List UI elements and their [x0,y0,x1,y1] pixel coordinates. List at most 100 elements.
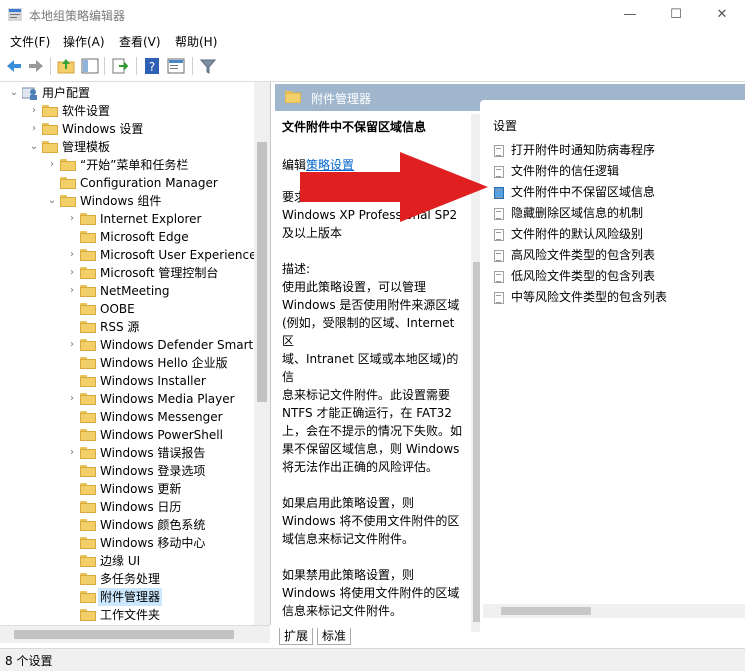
expand-arrow-icon[interactable]: ⌄ [8,84,20,102]
description-line: 如果禁用此策略设置，则 [282,568,415,582]
folder-icon [42,141,58,153]
folder-icon [80,591,96,603]
settings-column-header[interactable]: 设置 [493,117,517,134]
description-body: 要求: Windows XP Professional SP2 及以上版本 描述: 使用… [282,188,470,632]
folder-icon [80,375,96,387]
menu-help[interactable]: 帮助(H) [175,33,217,50]
setting-label: 中等风险文件类型的包含列表 [511,290,668,304]
collapse-arrow-icon[interactable]: › [46,156,58,174]
settings-horizontal-scrollbar[interactable] [483,604,745,618]
collapse-arrow-icon[interactable]: › [66,282,78,300]
collapse-arrow-icon[interactable]: › [66,390,78,408]
folder-icon [80,501,96,513]
description-line: Windows 是否使用附件来源区域 [282,298,460,312]
collapse-arrow-icon[interactable]: › [66,444,78,462]
tree-item-label: 工作文件夹 [100,608,161,622]
folder-icon [80,231,96,243]
description-line: 将无法作出正确的风险评估。 [282,460,439,474]
tree-item-label: “开始”菜单和任务栏 [80,158,189,172]
folder-icon [80,213,96,225]
tree-item-label: Internet Explorer [100,212,202,226]
menu-file[interactable]: 文件(F) [10,33,50,50]
collapse-arrow-icon[interactable]: › [28,102,40,120]
folder-icon [80,483,96,495]
gpedit-app-icon [8,8,22,21]
tree-vscroll-thumb[interactable] [257,142,267,402]
collapse-arrow-icon[interactable]: › [66,336,78,354]
tree-item-label: 多任务处理 [100,572,161,586]
collapse-arrow-icon[interactable]: › [28,120,40,138]
description-line: 使用此策略设置，可以管理 [282,280,427,294]
menu-view[interactable]: 查看(V) [119,33,161,50]
svg-text:?: ? [149,60,155,74]
tab-extended[interactable]: 扩展 [279,628,314,645]
filter-icon[interactable] [198,56,218,76]
folder-icon [60,177,76,189]
folder-icon [80,267,96,279]
description-line: 域、Intranet 区域或本地区域)的信 [282,352,459,384]
description-line: Windows 将不使用文件附件的区 [282,514,460,528]
export-list-icon[interactable] [110,56,130,76]
show-hide-tree-icon[interactable] [80,56,100,76]
expand-arrow-icon[interactable]: ⌄ [28,138,40,156]
tree-item-label: RSS 源 [100,320,140,334]
minimize-button[interactable]: — [607,0,653,30]
description-line: Windows 将使用文件附件的区域 [282,586,460,600]
tree-hscroll-thumb[interactable] [14,630,234,639]
policy-setting-icon [494,187,504,199]
collapse-arrow-icon[interactable]: › [66,210,78,228]
collapse-arrow-icon[interactable]: › [66,246,78,264]
tree-vertical-scrollbar[interactable] [254,82,270,625]
folder-icon [80,573,96,585]
description-line: (例如，受限制的区域、Internet 区 [282,316,455,348]
tree-item-label: OOBE [100,302,135,316]
tree-item-label: Windows PowerShell [100,428,223,442]
status-text: 8 个设置 [5,654,53,668]
view-tabs: 扩展 标准 [275,626,745,646]
setting-label: 文件附件中不保留区域信息 [511,185,656,199]
description-line: 息来标记文件附件。此设置需要 [282,388,451,402]
forward-icon[interactable] [26,56,46,76]
folder-icon [60,159,76,171]
settings-list: 设置 打开附件时通知防病毒程序 文件附件的信任逻辑 文件附件中不保留区域信息 隐藏删除… [480,100,745,632]
menu-action[interactable]: 操作(A) [63,33,105,50]
folder-icon [80,339,96,351]
toolbar: ? [0,52,745,82]
back-icon[interactable] [4,56,24,76]
policy-setting-icon [494,292,504,304]
folder-icon [42,105,58,117]
policy-setting-icon [494,208,504,220]
folder-icon [80,519,96,531]
folder-icon [80,555,96,567]
policy-setting-icon [494,271,504,283]
tree-item-label: Windows Media Player [100,392,235,406]
folder-icon [80,411,96,423]
tree-horizontal-scrollbar[interactable] [0,625,270,643]
description-line: 及以上版本 [282,226,343,240]
setting-label: 文件附件的默认风险级别 [511,227,644,241]
policy-tree: ⌄ 用户配置 › 软件设置 › Windows 设置 ⌄ 管理模板 › “开始”菜单和任务栏 Con… [0,82,271,625]
description-line: 域信息来标记文件附件。 [282,532,415,546]
up-folder-icon[interactable] [56,56,76,76]
tree-item-label: Microsoft 管理控制台 [100,266,219,280]
description-line [282,548,470,566]
tab-standard[interactable]: 标准 [317,628,352,645]
expand-arrow-icon[interactable]: ⌄ [46,192,58,210]
setting-label: 低风险文件类型的包含列表 [511,269,656,283]
folder-icon [60,195,76,207]
toolbar-separator [192,57,193,75]
tree-item-label: Windows 组件 [80,194,162,208]
description-line: 描述: [282,262,311,276]
tree-item-label: Windows 错误报告 [100,446,206,460]
tree-item-label: Microsoft Edge [100,230,189,244]
help-icon[interactable]: ? [142,56,162,76]
settings-hscroll-thumb[interactable] [501,607,591,615]
properties-icon[interactable] [166,56,186,76]
tree-item-label: 用户配置 [42,86,91,100]
collapse-arrow-icon[interactable]: › [66,264,78,282]
policy-setting-icon [494,166,504,178]
close-button[interactable]: ✕ [699,0,745,30]
maximize-button[interactable]: ☐ [653,0,699,30]
policy-setting-icon [494,229,504,241]
pane-header-title: 附件管理器 [311,92,372,106]
